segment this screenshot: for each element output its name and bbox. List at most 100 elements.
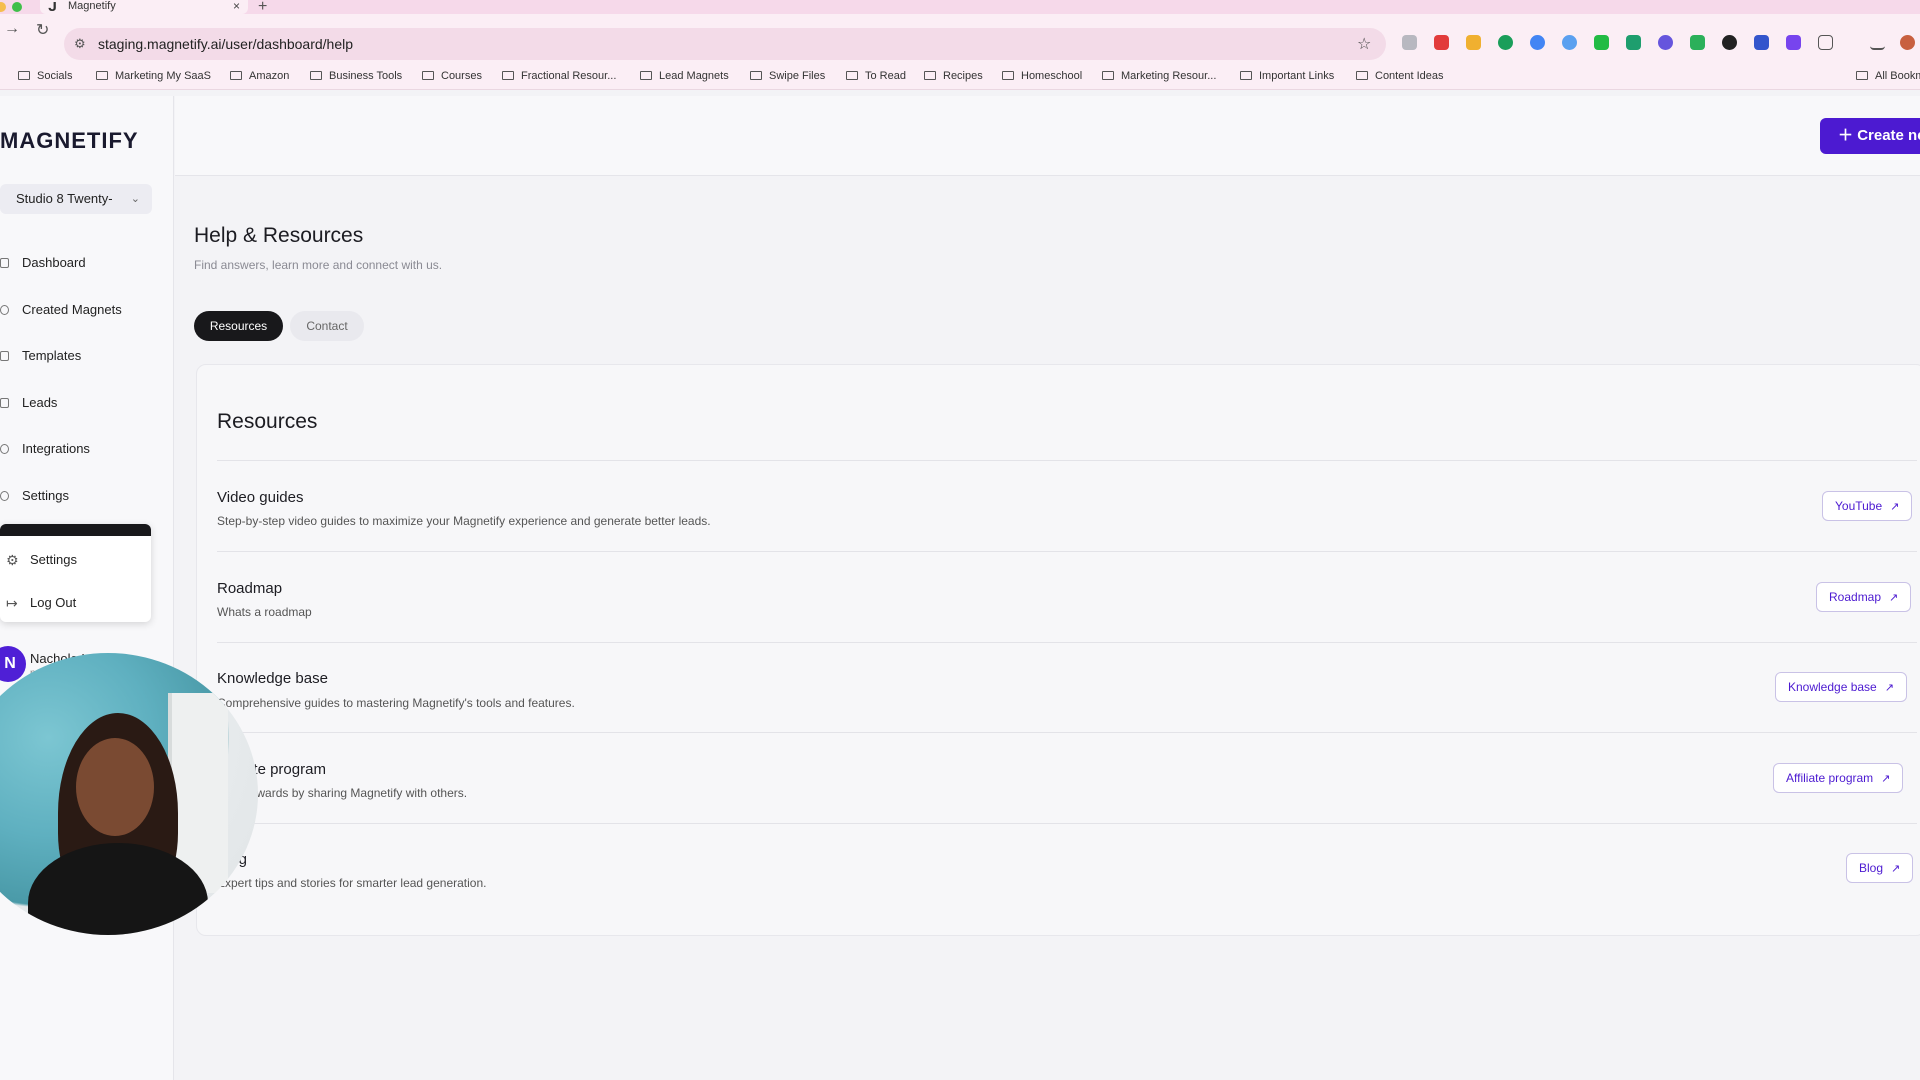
bookmark-folder[interactable]: Courses	[422, 70, 482, 82]
workspace-select[interactable]: Studio 8 Twenty- ⌄	[0, 184, 152, 214]
bookmark-folder[interactable]: Marketing My SaaS	[96, 70, 211, 82]
puzzle-icon[interactable]	[1818, 35, 1833, 50]
workspace-name: Studio 8 Twenty-	[16, 191, 113, 206]
plus-icon: ＋	[1838, 127, 1854, 144]
reload-icon[interactable]: ↻	[36, 20, 49, 40]
divider	[217, 823, 1917, 824]
youtube-button[interactable]: YouTube ↗	[1822, 491, 1913, 521]
all-bookmarks[interactable]: All Bookm	[1856, 70, 1920, 82]
user-menu-header	[0, 524, 151, 536]
row-desc: Step-by-step video guides to maximize yo…	[217, 514, 711, 528]
extension-icon[interactable]	[1434, 35, 1449, 50]
bookmark-folder[interactable]: To Read	[846, 70, 906, 82]
folder-icon	[1002, 71, 1014, 80]
row-desc: Whats a roadmap	[217, 605, 312, 619]
affiliate-program-button[interactable]: Affiliate program ↗	[1773, 763, 1904, 793]
forward-icon[interactable]: →	[4, 20, 20, 38]
tab-resources[interactable]: Resources	[194, 311, 283, 341]
extension-icon[interactable]	[1498, 35, 1513, 50]
extension-icon[interactable]	[1466, 35, 1481, 50]
url-text[interactable]: staging.magnetify.ai/user/dashboard/help	[98, 36, 353, 52]
download-icon[interactable]	[1870, 35, 1885, 50]
bookmark-folder[interactable]: Important Links	[1240, 70, 1334, 82]
bookmark-folder[interactable]: Recipes	[924, 70, 983, 82]
extension-icon[interactable]	[1658, 35, 1673, 50]
bookmark-folder[interactable]: Lead Magnets	[640, 70, 729, 82]
bookmark-folder[interactable]: Content Ideas	[1356, 70, 1444, 82]
grid-icon	[0, 258, 9, 268]
tab-contact[interactable]: Contact	[290, 311, 364, 341]
webcam-overlay	[0, 653, 258, 935]
user-menu-popup: ⚙ Settings ↦ Log Out	[0, 524, 151, 622]
bookmark-star-icon[interactable]: ☆	[1357, 34, 1371, 54]
folder-icon	[846, 71, 858, 80]
top-header	[175, 96, 1920, 176]
bookmark-folder[interactable]: Marketing Resour...	[1102, 70, 1216, 82]
webcam-person-face	[76, 738, 154, 836]
extension-icon[interactable]	[1754, 35, 1769, 50]
folder-icon	[96, 71, 108, 80]
contact-book-icon	[0, 398, 9, 408]
folder-icon	[18, 71, 30, 80]
gear-icon: ⚙	[6, 552, 19, 568]
plug-icon	[0, 444, 9, 454]
google-icon[interactable]	[1530, 35, 1545, 50]
external-link-icon: ↗	[1881, 773, 1891, 785]
extension-icon[interactable]	[1722, 35, 1737, 50]
close-tab-icon[interactable]: ×	[233, 0, 240, 13]
chevron-down-icon: ⌄	[130, 193, 140, 205]
bookmark-folder[interactable]: Amazon	[230, 70, 289, 82]
extension-icon[interactable]	[1594, 35, 1609, 50]
browser-tab[interactable]: ᒍ Magnetify ×	[40, 0, 248, 14]
roadmap-button[interactable]: Roadmap ↗	[1816, 582, 1912, 612]
extension-icon[interactable]	[1562, 35, 1577, 50]
folder-icon	[1240, 71, 1252, 80]
extension-icon[interactable]	[1402, 35, 1417, 50]
bookmark-folder[interactable]: Socials	[18, 70, 72, 82]
menu-log-out[interactable]: ↦ Log Out	[0, 589, 151, 617]
blog-button[interactable]: Blog ↗	[1846, 853, 1914, 883]
row-title: Video guides	[217, 489, 304, 506]
bookmark-folder[interactable]: Business Tools	[310, 70, 402, 82]
nav-dashboard[interactable]: Dashboard	[0, 250, 160, 276]
external-link-icon: ↗	[1891, 863, 1901, 875]
folder-icon	[422, 71, 434, 80]
app-logo[interactable]: MAGNETIFY	[0, 128, 139, 154]
bookmark-folder[interactable]: Fractional Resour...	[502, 70, 616, 82]
window-minimize-dot[interactable]	[0, 2, 6, 12]
window-maximize-dot[interactable]	[12, 2, 22, 12]
row-desc: Comprehensive guides to mastering Magnet…	[217, 696, 575, 710]
folder-icon	[310, 71, 322, 80]
external-link-icon: ↗	[1884, 682, 1894, 694]
folder-icon	[1856, 71, 1868, 80]
section-title: Resources	[217, 410, 318, 433]
site-info-icon[interactable]: ⚙	[74, 36, 86, 52]
bookmark-folder[interactable]: Swipe Files	[750, 70, 825, 82]
folder-icon	[640, 71, 652, 80]
row-title: Knowledge base	[217, 670, 328, 687]
resources-card	[196, 364, 1920, 936]
folder-icon	[750, 71, 762, 80]
nav-templates[interactable]: Templates	[0, 343, 160, 369]
extension-icon[interactable]	[1690, 35, 1705, 50]
knowledge-base-button[interactable]: Knowledge base ↗	[1775, 672, 1907, 702]
nav-leads[interactable]: Leads	[0, 390, 160, 416]
nav-settings[interactable]: Settings	[0, 483, 160, 509]
tab-title: Magnetify	[68, 0, 116, 12]
profile-avatar-icon[interactable]	[1900, 35, 1915, 50]
folder-icon	[1356, 71, 1368, 80]
magnetify-favicon-icon: ᒍ	[48, 0, 57, 14]
folder-icon	[1102, 71, 1114, 80]
create-new-button[interactable]: ＋ Create ne	[1820, 118, 1920, 154]
divider	[217, 732, 1917, 733]
menu-settings[interactable]: ⚙ Settings	[0, 546, 151, 574]
extension-icon[interactable]	[1626, 35, 1641, 50]
browser-tab-bar: ᒍ Magnetify × +	[0, 0, 1920, 15]
heart-extension-icon[interactable]	[1786, 35, 1801, 50]
nav-integrations[interactable]: Integrations	[0, 436, 160, 462]
log-out-icon: ↦	[6, 595, 18, 611]
magnet-icon	[0, 305, 9, 315]
page-subtitle: Find answers, learn more and connect wit…	[194, 258, 443, 272]
nav-created-magnets[interactable]: Created Magnets	[0, 297, 160, 323]
bookmark-folder[interactable]: Homeschool	[1002, 70, 1082, 82]
